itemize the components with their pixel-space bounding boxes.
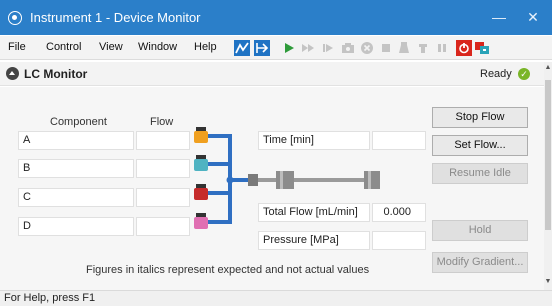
minimize-button[interactable]: —: [488, 7, 510, 27]
stop-circle-icon[interactable]: [359, 40, 375, 56]
flow-d-cell: [136, 217, 190, 236]
total-flow-label: Total Flow [mL/min]: [258, 203, 370, 222]
pressure-value: [372, 231, 426, 250]
menu-bar: File Control View Window Help: [0, 36, 552, 60]
modify-gradient-button[interactable]: Modify Gradient...: [432, 252, 528, 273]
component-b-cell: B: [18, 159, 134, 178]
time-label: Time [min]: [258, 131, 370, 150]
section-title: LC Monitor: [24, 67, 88, 81]
stop-flow-button[interactable]: Stop Flow: [432, 107, 528, 128]
step-icon[interactable]: [320, 40, 336, 56]
valve-icon[interactable]: [415, 40, 431, 56]
scroll-down-icon[interactable]: ▼: [544, 278, 552, 285]
menu-file[interactable]: File: [8, 41, 26, 53]
title-bar: Instrument 1 - Device Monitor — ✕: [0, 0, 552, 35]
vertical-scrollbar[interactable]: ▲ ▼: [544, 62, 552, 290]
close-button[interactable]: ✕: [522, 7, 544, 27]
component-a-cell: A: [18, 131, 134, 150]
method-icon[interactable]: [254, 40, 270, 56]
stop-icon[interactable]: [378, 40, 394, 56]
bottle-b-icon: [194, 155, 208, 171]
component-c-cell: C: [18, 188, 134, 207]
scroll-thumb[interactable]: [545, 80, 551, 230]
tubing: [206, 134, 248, 224]
pause-icon[interactable]: [434, 40, 450, 56]
window-title: Instrument 1 - Device Monitor: [30, 10, 201, 25]
flow-c-cell: [136, 188, 190, 207]
flow-b-cell: [136, 159, 190, 178]
bottle-a-icon: [194, 127, 208, 143]
menu-view[interactable]: View: [99, 41, 123, 53]
set-flow-button[interactable]: Set Flow...: [432, 135, 528, 156]
flow-a-cell: [136, 131, 190, 150]
hold-button[interactable]: Hold: [432, 220, 528, 241]
menu-control[interactable]: Control: [46, 41, 81, 53]
resume-idle-button[interactable]: Resume Idle: [432, 163, 528, 184]
time-value: [372, 131, 426, 150]
checkmark-icon: ✓: [518, 68, 530, 80]
bottle-d-icon: [194, 213, 208, 229]
status-bar-text: For Help, press F1: [4, 292, 96, 304]
menu-help[interactable]: Help: [194, 41, 217, 53]
component-d-cell: D: [18, 217, 134, 236]
camera-icon[interactable]: [340, 40, 356, 56]
app-logo-icon: [8, 11, 22, 25]
fast-forward-icon[interactable]: [300, 40, 316, 56]
status-bar: For Help, press F1: [0, 290, 552, 306]
total-flow-value: 0.000: [372, 203, 426, 222]
component-column-header: Component: [50, 116, 107, 128]
run-icon[interactable]: [281, 40, 297, 56]
collapse-icon[interactable]: [6, 67, 19, 80]
menu-window[interactable]: Window: [138, 41, 177, 53]
network-icon[interactable]: [474, 40, 490, 56]
status-text: Ready: [480, 68, 512, 80]
column-icon: [248, 171, 380, 189]
chart-icon[interactable]: [234, 40, 250, 56]
italics-note: Figures in italics represent expected an…: [86, 264, 370, 276]
power-icon[interactable]: [456, 40, 472, 56]
bottle-c-icon: [194, 184, 208, 200]
flow-column-header: Flow: [150, 116, 174, 128]
lc-monitor-header[interactable]: LC Monitor Ready ✓: [0, 62, 544, 86]
pressure-label: Pressure [MPa]: [258, 231, 370, 250]
vial-icon[interactable]: [396, 40, 412, 56]
scroll-up-icon[interactable]: ▲: [544, 64, 552, 71]
